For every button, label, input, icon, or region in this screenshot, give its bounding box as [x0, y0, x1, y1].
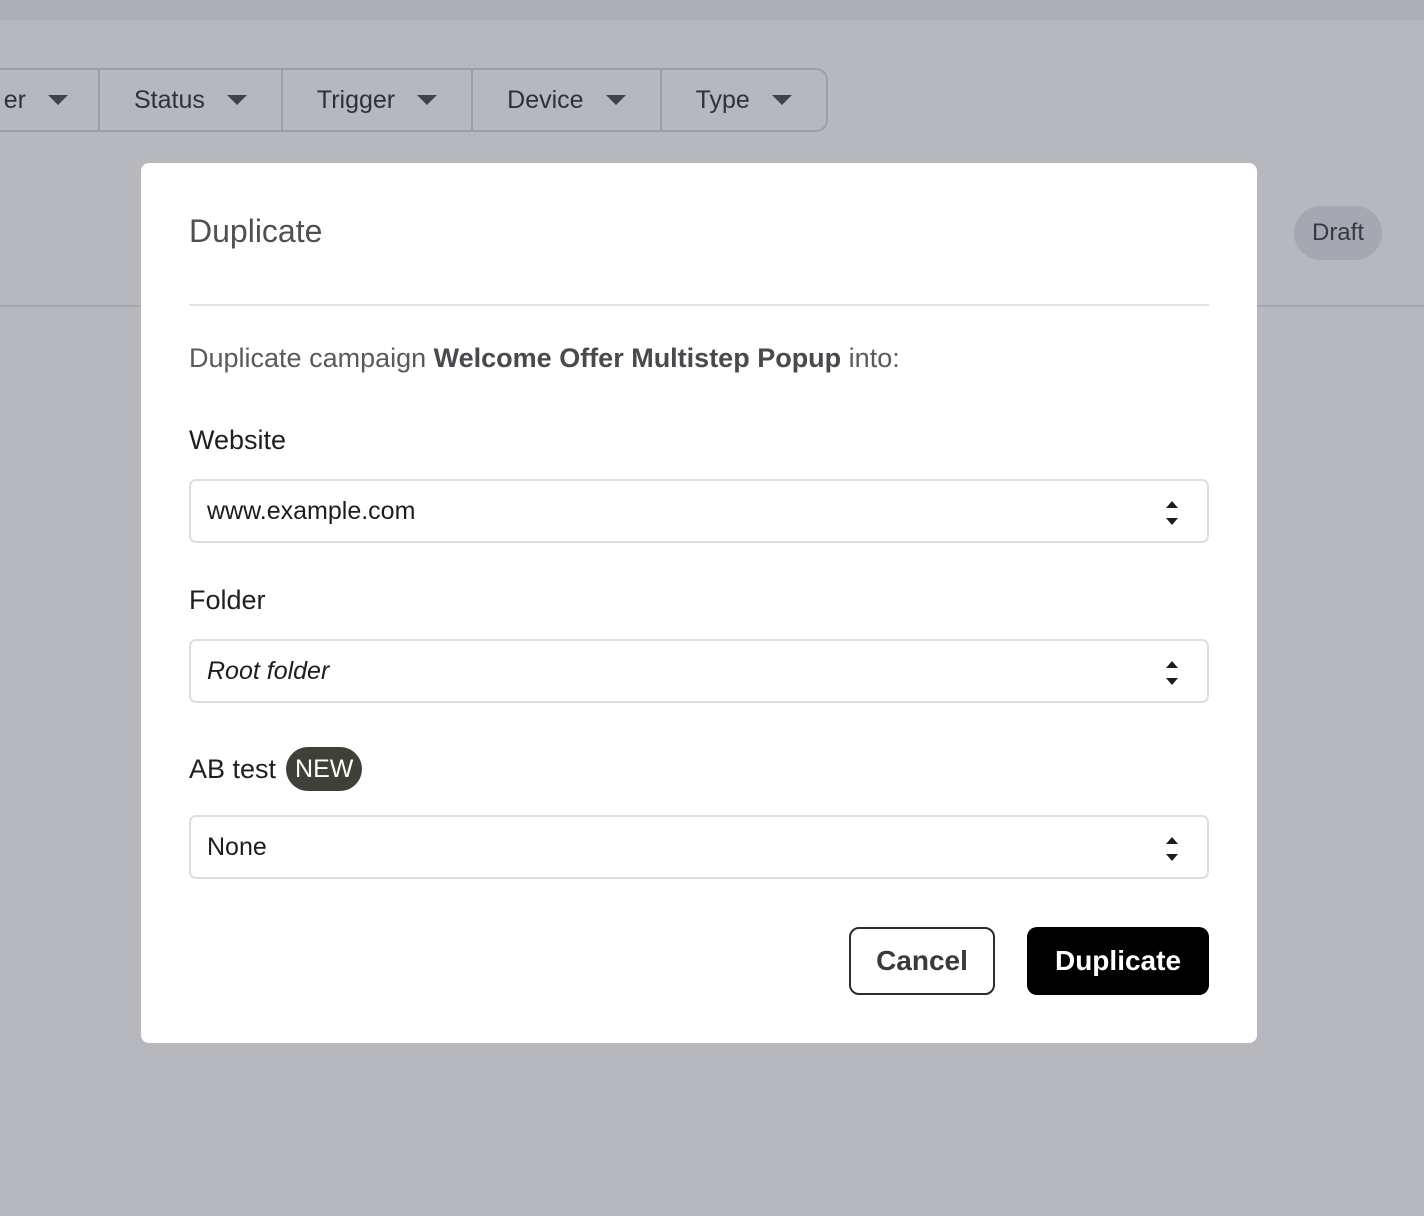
- website-label-text: Website: [189, 425, 287, 455]
- website-select[interactable]: www.example.com: [189, 479, 1209, 543]
- website-select-value: www.example.com: [207, 496, 416, 525]
- website-label: Website: [189, 425, 286, 456]
- folder-label: Folder: [189, 585, 266, 616]
- ab-test-select[interactable]: None: [189, 815, 1209, 879]
- ab-test-label-text: AB test: [189, 753, 277, 784]
- new-badge: NEW: [286, 747, 363, 791]
- duplicate-button[interactable]: Duplicate: [1027, 927, 1209, 995]
- description-prefix: Duplicate campaign: [189, 343, 434, 373]
- campaign-name: Welcome Offer Multistep Popup: [433, 343, 842, 373]
- divider: [189, 304, 1209, 306]
- folder-label-text: Folder: [189, 585, 266, 615]
- duplicate-dialog: Duplicate Duplicate campaign Welcome Off…: [141, 163, 1257, 1043]
- folder-select-value: Root folder: [207, 656, 330, 685]
- select-arrows-icon: [1165, 501, 1179, 525]
- select-arrows-icon: [1165, 837, 1179, 861]
- select-arrows-icon: [1165, 661, 1179, 685]
- ab-test-label: AB test NEW: [189, 747, 363, 791]
- ab-test-select-value: None: [207, 832, 267, 861]
- description-suffix: into:: [841, 343, 900, 373]
- dialog-title: Duplicate: [189, 213, 323, 249]
- dialog-description: Duplicate campaign Welcome Offer Multist…: [189, 343, 900, 374]
- folder-select[interactable]: Root folder: [189, 639, 1209, 703]
- cancel-button[interactable]: Cancel: [849, 927, 995, 995]
